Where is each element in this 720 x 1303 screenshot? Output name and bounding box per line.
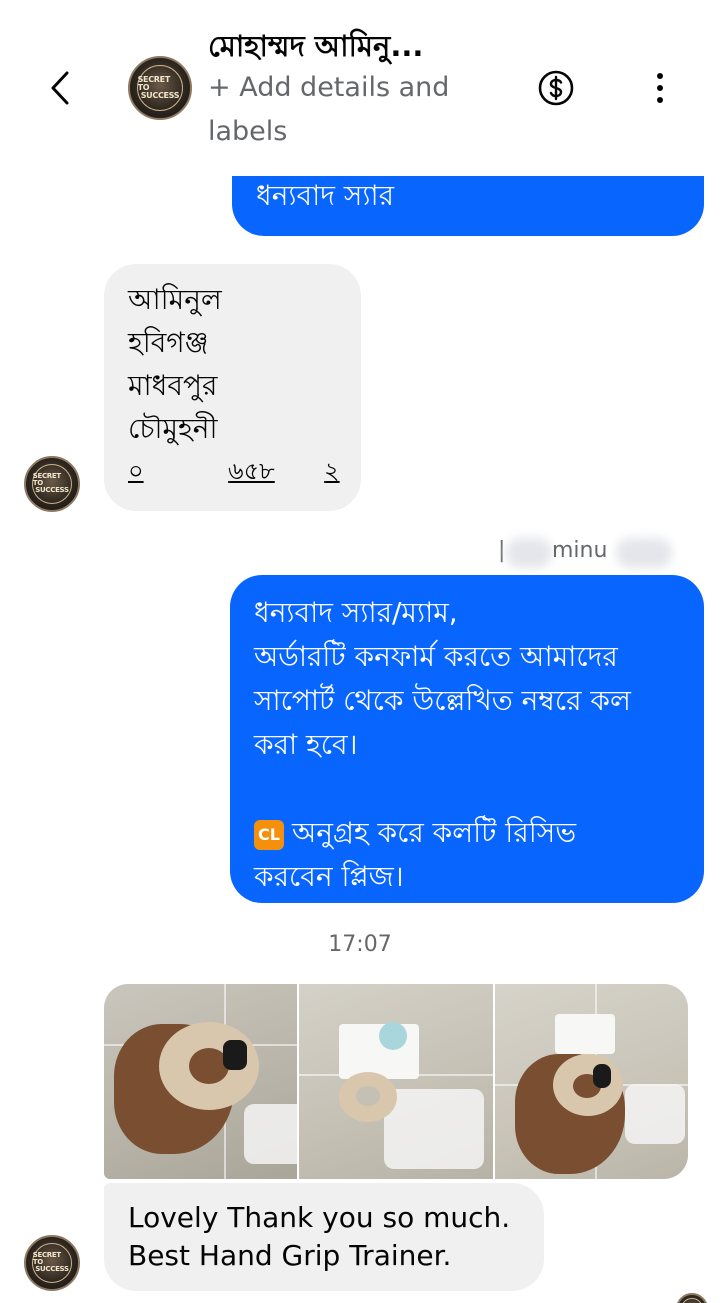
message-line: মাধবপুর [128,369,218,402]
dollar-circle-icon [538,70,574,106]
avatar-text-top: SECRET TO [32,1251,61,1267]
message-line: চৌমুহনী [128,412,218,445]
plastic-bag [244,1104,298,1164]
incoming-message[interactable]: Lovely Thank you so much. Best Hand Grip… [104,1183,544,1291]
add-details-link[interactable]: + Add details and labels [208,66,498,154]
message-line: অর্ডারটি কনফার্ম করতে আমাদের [254,640,618,673]
outgoing-message[interactable]: ধন্যবাদ স্যার/ম্যাম, অর্ডারটি কনফার্ম কর… [230,575,704,903]
avatar-ring: SECRET TO SUCCESS [31,463,73,505]
phone-part: ২ [324,457,340,485]
avatar-text-bottom: SUCCESS [35,1265,69,1274]
message-status: | minu [490,534,690,570]
product-box [554,1014,615,1054]
grip-trainer [552,1054,623,1116]
message-line: আমিনুল [128,283,222,316]
avatar-text-top: SECRET TO [137,74,171,92]
plastic-bag [624,1084,685,1144]
avatar-text-bottom: SUCCESS [140,90,180,100]
plastic-bag [384,1089,485,1169]
grip-display [592,1064,611,1088]
message-line: CL অনুগ্রহ করে কলটি রিসিভ [254,811,680,855]
sender-avatar[interactable]: SECRET TO SUCCESS [24,1235,80,1291]
more-vertical-icon [657,97,663,103]
status-text: minu [552,538,608,563]
phone-part: ০ [128,457,144,485]
avatar-ring: SECRET TO SUCCESS [136,64,184,112]
message-text: ধন্যবাদ স্যার [256,179,394,212]
payment-button[interactable] [536,68,576,108]
more-options-button[interactable] [640,66,680,110]
read-receipt-avatar [676,1293,708,1303]
message-line: ধন্যবাদ স্যার/ম্যাম, [254,596,458,629]
grip-trainer [159,1022,259,1110]
chat-header: SECRET TO SUCCESS মোহাম্মদ আমিনু... + Ad… [0,0,720,176]
cl-emoji-icon: CL [254,820,284,850]
avatar-text-bottom: SUCCESS [35,486,69,495]
avatar-ring: SECRET TO SUCCESS [31,1242,73,1284]
status-glyph: | [498,538,506,563]
redaction-blur [506,538,552,568]
photo-thumbnail[interactable] [494,984,688,1179]
message-line: Lovely Thank you so much. [128,1201,511,1234]
message-line: সাপোর্ট থেকে উল্লেখিত নম্বরে কল [254,684,631,717]
message-text: অনুগ্রহ করে কলটি রিসিভ [292,816,577,849]
more-vertical-icon [657,73,663,79]
phone-part: ৬৫৮ [228,457,275,485]
sender-avatar[interactable]: SECRET TO SUCCESS [24,456,80,512]
avatar-text-top: SECRET TO [32,472,61,488]
message-line: করবেন প্লিজ। [254,860,404,893]
chevron-left-icon [51,71,69,105]
message-line: Best Hand Grip Trainer. [128,1239,452,1272]
grip-hole [356,1086,381,1106]
message-line: করা হবে। [254,728,358,761]
contact-avatar[interactable]: SECRET TO SUCCESS [128,56,192,120]
incoming-message[interactable]: আমিনুল হবিগঞ্জ মাধবপুর চৌমুহনী ০ ৬৫৮ ২ [104,264,361,511]
more-vertical-icon [657,85,663,91]
phone-number-link[interactable]: ০ ৬৫৮ ২ [128,450,340,488]
photo-thumbnail[interactable] [299,984,493,1179]
photo-attachment-group [104,984,688,1179]
redaction-blur [616,538,672,568]
grip-display [223,1040,247,1070]
grip-trainer [339,1072,398,1122]
redaction-blur [284,452,322,484]
redaction-blur [148,452,226,484]
back-button[interactable] [40,66,80,110]
message-line: হবিগঞ্জ [128,326,209,359]
timestamp-divider: 17:07 [328,932,392,957]
photo-thumbnail[interactable] [104,984,298,1179]
avatar-ring [681,1298,703,1303]
